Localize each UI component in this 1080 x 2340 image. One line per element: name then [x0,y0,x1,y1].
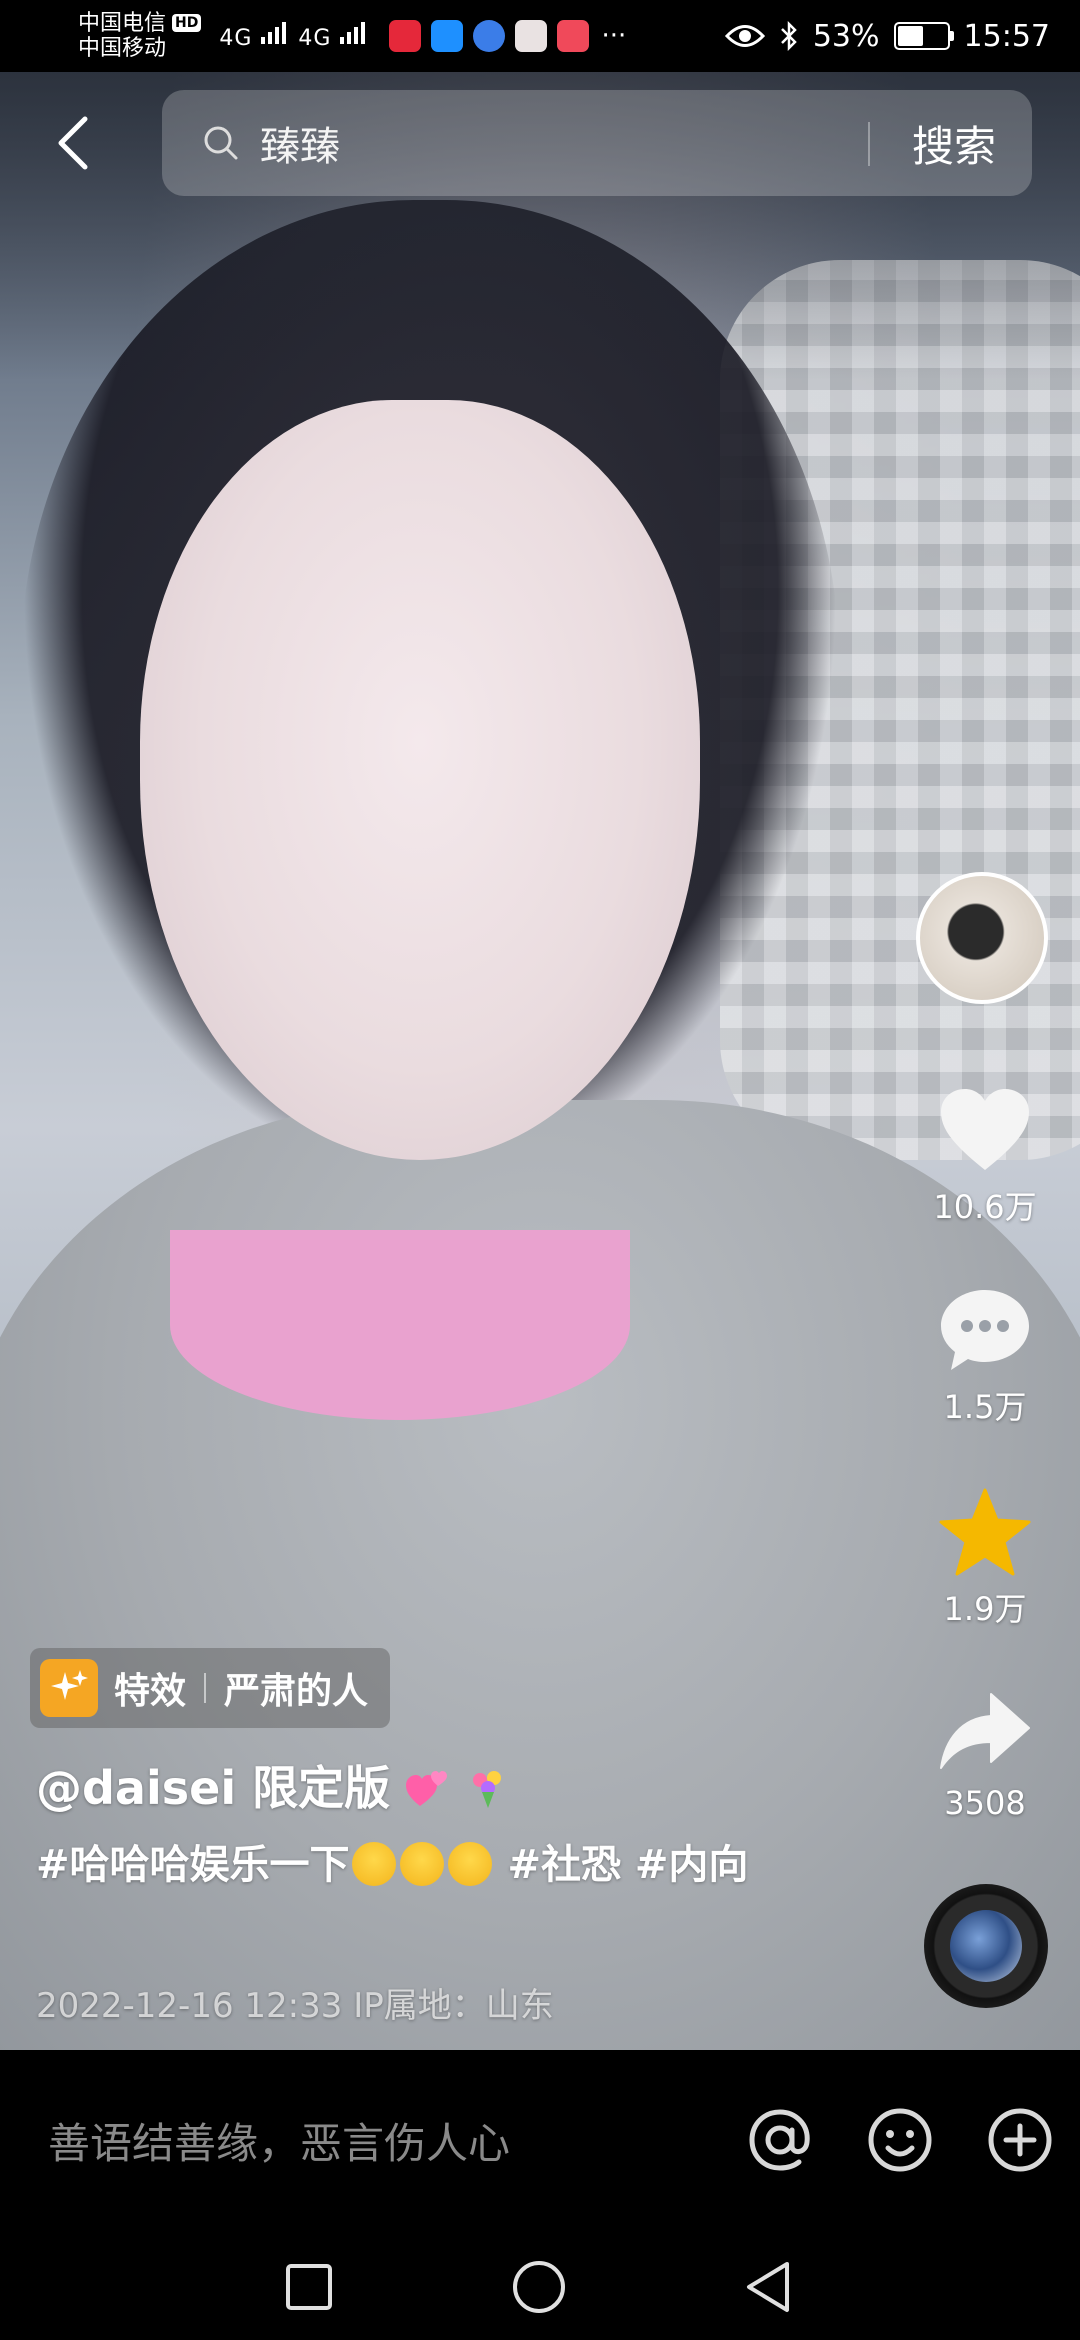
effect-chip[interactable]: 特效 严肃的人 [30,1648,391,1728]
effect-label: 特效 [114,1671,187,1712]
search-icon [204,126,238,160]
carrier-1: 中国电信 [78,10,167,36]
author-line: @daisei 限定版 [36,1761,391,1815]
post-meta: 2022-12-16 12:33 IP属地：山东 [36,1986,554,2026]
comment-icon [941,1290,1029,1370]
status-right: 53% 15:57 [724,18,1050,54]
add-icon[interactable] [984,2104,1056,2176]
nav-home-icon [513,2261,565,2313]
signal-2: 4G [298,21,369,51]
battery-percent: 53% [812,18,880,54]
signal-2-label: 4G [298,26,332,51]
back-button[interactable] [40,110,106,176]
search-query: 臻臻 [260,124,340,170]
comment-input[interactable]: 善语结善缘，恶言伤人心 [48,2110,510,2171]
nav-home-button[interactable] [504,2252,574,2322]
comment-count: 1.5万 [943,1388,1027,1426]
hd-badge: HD [172,14,202,33]
like-button[interactable]: 10.6万 [910,1086,1060,1228]
emoji-icon[interactable] [864,2104,936,2176]
search-divider [868,122,870,166]
at-icon[interactable] [744,2104,816,2176]
caption-author[interactable]: @daisei 限定版 [36,1752,796,1818]
signal-1-label: 4G [219,26,253,51]
back-icon [58,116,88,170]
clock: 15:57 [963,18,1050,54]
more-notifications-icon: ··· [601,21,627,51]
favorite-count: 1.9万 [943,1590,1027,1628]
share-icon [940,1693,1030,1769]
sparkle-icon [40,1659,98,1717]
battery-fill [897,26,923,46]
laughing-crying-emoji-icon [399,1842,444,1886]
search-button[interactable]: 搜索 [912,90,996,196]
caption-text: #哈哈哈娱乐一下 #社恐 #内向 [36,1835,796,1895]
app-notification-icon [473,20,506,52]
battery-icon [893,22,954,50]
carrier-info: 中国电信 HD 中国移动 [78,10,202,62]
bluetooth-icon [780,21,797,51]
two-hearts-icon [406,1771,448,1806]
favorite-button[interactable]: 1.9万 [910,1488,1060,1630]
top-search-bar: 臻臻 搜索 [0,88,1080,198]
app-notification-icon [431,20,464,52]
hashtag-social[interactable]: #社恐 #内向 [494,1842,748,1888]
system-nav-bar [0,2230,1080,2340]
bouquet-icon [473,1771,502,1808]
comment-bar: 善语结善缘，恶言伤人心 [0,2050,1080,2230]
star-icon [939,1488,1031,1576]
hashtag-haha[interactable]: #哈哈哈娱乐一下 [36,1842,350,1888]
nav-back-button[interactable] [734,2252,804,2322]
video-scene-face [140,400,700,1160]
nav-back-icon [747,2262,789,2312]
like-count: 10.6万 [933,1188,1037,1226]
comment-button[interactable]: 1.5万 [910,1286,1060,1428]
app-notification-icon [515,20,548,52]
laughing-crying-emoji-icon [447,1842,492,1886]
signal-bars-icon [261,22,287,44]
search-input[interactable]: 臻臻 搜索 [162,90,1032,196]
app-notification-icon [557,20,590,52]
nav-recents-button[interactable] [274,2252,344,2322]
author-avatar[interactable] [916,872,1048,1004]
effect-separator [204,1673,207,1703]
nav-recents-icon [286,2264,332,2310]
laughing-crying-emoji-icon [351,1842,396,1886]
heart-icon [941,1089,1029,1170]
notification-icons: ··· [379,20,626,52]
music-cover [950,1910,1022,1982]
signal-bars-icon [340,22,366,44]
signal-1: 4G [219,21,290,51]
share-button[interactable]: 3508 [910,1688,1060,1822]
video-scene-collar [170,1230,630,1420]
share-count: 3508 [944,1784,1026,1822]
eye-icon [724,25,765,47]
carrier-2: 中国移动 [78,36,167,61]
effect-name: 严肃的人 [224,1671,369,1712]
music-disc [924,1884,1048,2008]
status-bar: 中国电信 HD 中国移动 4G 4G ··· 53% 15:57 [0,0,1080,72]
music-button[interactable] [910,1884,1060,2008]
app-notification-icon [389,20,422,52]
